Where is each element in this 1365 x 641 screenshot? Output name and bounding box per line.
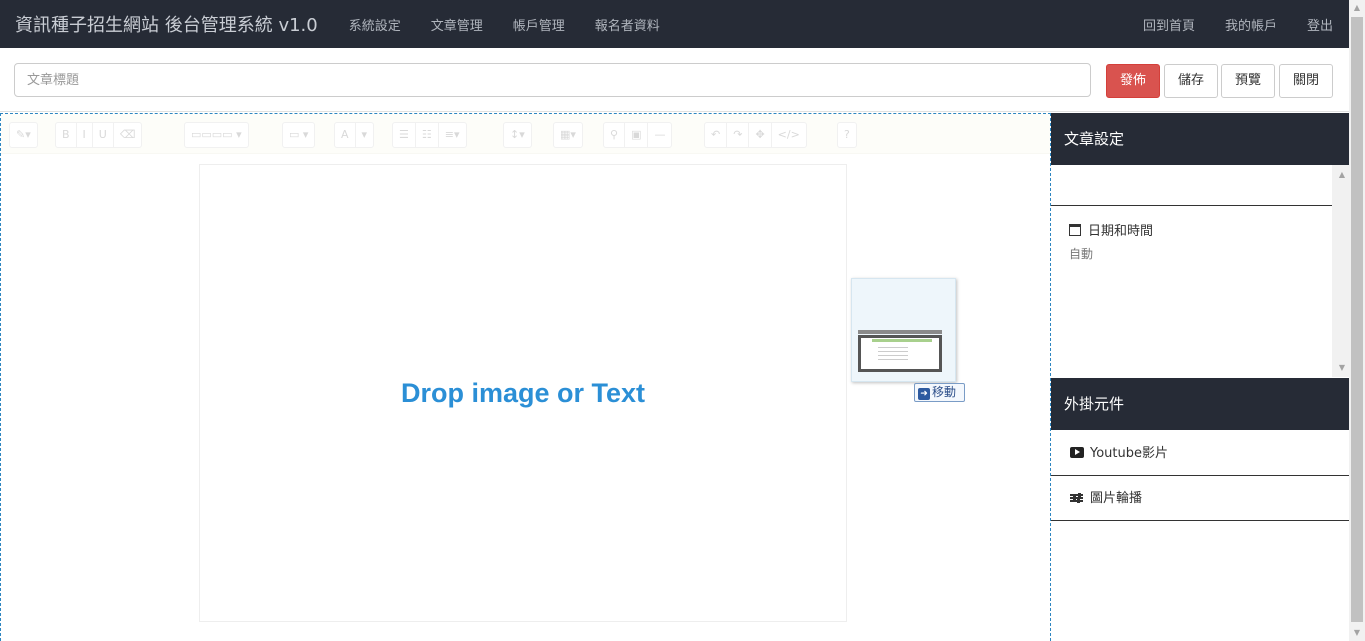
nav-item-account-management[interactable]: 帳戶管理	[498, 15, 580, 34]
horizontal-rule-icon[interactable]: —	[648, 123, 671, 147]
toolbar-group-help: ?	[837, 122, 857, 148]
datetime-value[interactable]: 自動	[1069, 245, 1093, 262]
toolbar-group-history: ↶ ↷ ✥ </>	[704, 122, 807, 148]
toolbar-group-style: ✎▾	[9, 122, 38, 148]
toolbar-group-paragraph: ☰ ☷ ≡▾	[392, 122, 467, 148]
settings-scrollbar[interactable]	[1332, 165, 1349, 377]
fullscreen-icon[interactable]: ✥	[749, 123, 772, 147]
page-scrollbar-thumb[interactable]	[1351, 17, 1363, 622]
save-button[interactable]: 儲存	[1164, 64, 1218, 98]
plugin-youtube-label: Youtube影片	[1090, 446, 1168, 461]
editor-canvas[interactable]: Drop image or Text	[199, 164, 847, 622]
nav-item-home[interactable]: 回到首頁	[1128, 15, 1210, 34]
nav-right-menu: 回到首頁 我的帳戶 登出	[1128, 15, 1349, 34]
preview-button[interactable]: 預覽	[1221, 64, 1275, 98]
datetime-label: 日期和時間	[1088, 224, 1154, 239]
scroll-down-arrow-icon[interactable]: ▼	[1349, 625, 1365, 641]
page-scrollbar[interactable]: ▲ ▼	[1349, 0, 1365, 641]
font-color-icon[interactable]: A	[335, 123, 356, 147]
toolbar-group-size: ▭ ▾	[282, 122, 316, 148]
nav-item-system-settings[interactable]: 系統設定	[334, 15, 416, 34]
editor-toolbar: ✎▾ B I U ⌫ ▭▭▭▭ ▾ ▭ ▾ A ▾ ☰ ☷ ≡▾ ↕▾ ▦▾ ⚲…	[1, 114, 1050, 154]
toolbar-group-color: A ▾	[334, 122, 375, 148]
plugin-image-carousel[interactable]: 圖片輪播	[1051, 476, 1349, 521]
italic-icon[interactable]: I	[77, 123, 93, 147]
toolbar-group-insert: ⚲ ▣ —	[603, 122, 673, 148]
settings-scroll-up-icon[interactable]: ▲	[1339, 170, 1345, 179]
plugin-youtube-video[interactable]: Youtube影片	[1051, 431, 1349, 476]
publish-button[interactable]: 發佈	[1106, 64, 1160, 98]
plugin-carousel-label: 圖片輪播	[1090, 491, 1143, 506]
font-family-dropdown[interactable]: ▭▭▭▭ ▾	[185, 123, 248, 147]
nav-item-registrant-data[interactable]: 報名者資料	[580, 15, 675, 34]
plugins-header: 外掛元件	[1051, 378, 1349, 430]
nav-left-menu: 系統設定 文章管理 帳戶管理 報名者資料	[334, 15, 675, 34]
article-settings-header: 文章設定	[1051, 113, 1349, 165]
magic-icon[interactable]: ✎▾	[10, 123, 37, 147]
close-button[interactable]: 關閉	[1279, 64, 1333, 98]
right-sidebar: 文章設定 日期和時間 自動 ▲ ▼ 外掛元件 Youtube影片 圖片輪播	[1051, 113, 1349, 641]
color-dropdown-icon[interactable]: ▾	[356, 123, 374, 147]
article-settings-body: 日期和時間 自動 ▲ ▼	[1051, 165, 1349, 377]
calendar-icon	[1069, 224, 1081, 236]
redo-icon[interactable]: ↷	[727, 123, 750, 147]
sliders-icon	[1070, 493, 1083, 503]
line-height-icon[interactable]: ↕▾	[504, 123, 531, 147]
scroll-up-arrow-icon[interactable]: ▲	[1349, 0, 1365, 16]
toolbar-group-height: ↕▾	[503, 122, 532, 148]
bold-icon[interactable]: B	[56, 123, 77, 147]
datetime-label-row: 日期和時間	[1069, 220, 1153, 239]
thumbnail-screenshot-image	[858, 330, 942, 372]
picture-icon[interactable]: ▣	[625, 123, 649, 147]
link-icon[interactable]: ⚲	[604, 123, 626, 147]
settings-scroll-down-icon[interactable]: ▼	[1339, 363, 1345, 372]
move-arrow-icon: ➜	[918, 388, 930, 400]
toolbar-group-table: ▦▾	[553, 122, 583, 148]
move-drag-badge: ➜ 移動	[914, 383, 965, 402]
drop-hint-text: Drop image or Text	[400, 377, 646, 408]
ordered-list-icon[interactable]: ☷	[416, 123, 439, 147]
top-navbar: 資訊種子招生網站 後台管理系統 v1.0 系統設定 文章管理 帳戶管理 報名者資…	[0, 0, 1349, 48]
article-title-input[interactable]	[14, 63, 1091, 97]
brand-title[interactable]: 資訊種子招生網站 後台管理系統 v1.0	[0, 11, 334, 37]
font-size-dropdown[interactable]: ▭ ▾	[283, 123, 314, 147]
undo-icon[interactable]: ↶	[705, 123, 728, 147]
underline-icon[interactable]: U	[93, 123, 114, 147]
toolbar-group-format: B I U ⌫	[55, 122, 143, 148]
code-view-icon[interactable]: </>	[772, 123, 806, 147]
youtube-icon	[1070, 447, 1084, 458]
align-dropdown-icon[interactable]: ≡▾	[439, 123, 466, 147]
eraser-icon[interactable]: ⌫	[114, 123, 142, 147]
unordered-list-icon[interactable]: ☰	[393, 123, 416, 147]
toolbar-group-font: ▭▭▭▭ ▾	[184, 122, 249, 148]
move-badge-label: 移動	[932, 385, 957, 399]
nav-item-logout[interactable]: 登出	[1292, 15, 1348, 34]
article-title-bar: 發佈 儲存 預覽 關閉	[0, 48, 1349, 112]
nav-item-article-management[interactable]: 文章管理	[416, 15, 498, 34]
help-icon[interactable]: ?	[838, 123, 856, 147]
dragged-image-thumbnail	[851, 278, 956, 382]
nav-item-my-account[interactable]: 我的帳戶	[1210, 15, 1292, 34]
settings-divider	[1051, 205, 1332, 206]
table-icon[interactable]: ▦▾	[554, 123, 582, 147]
